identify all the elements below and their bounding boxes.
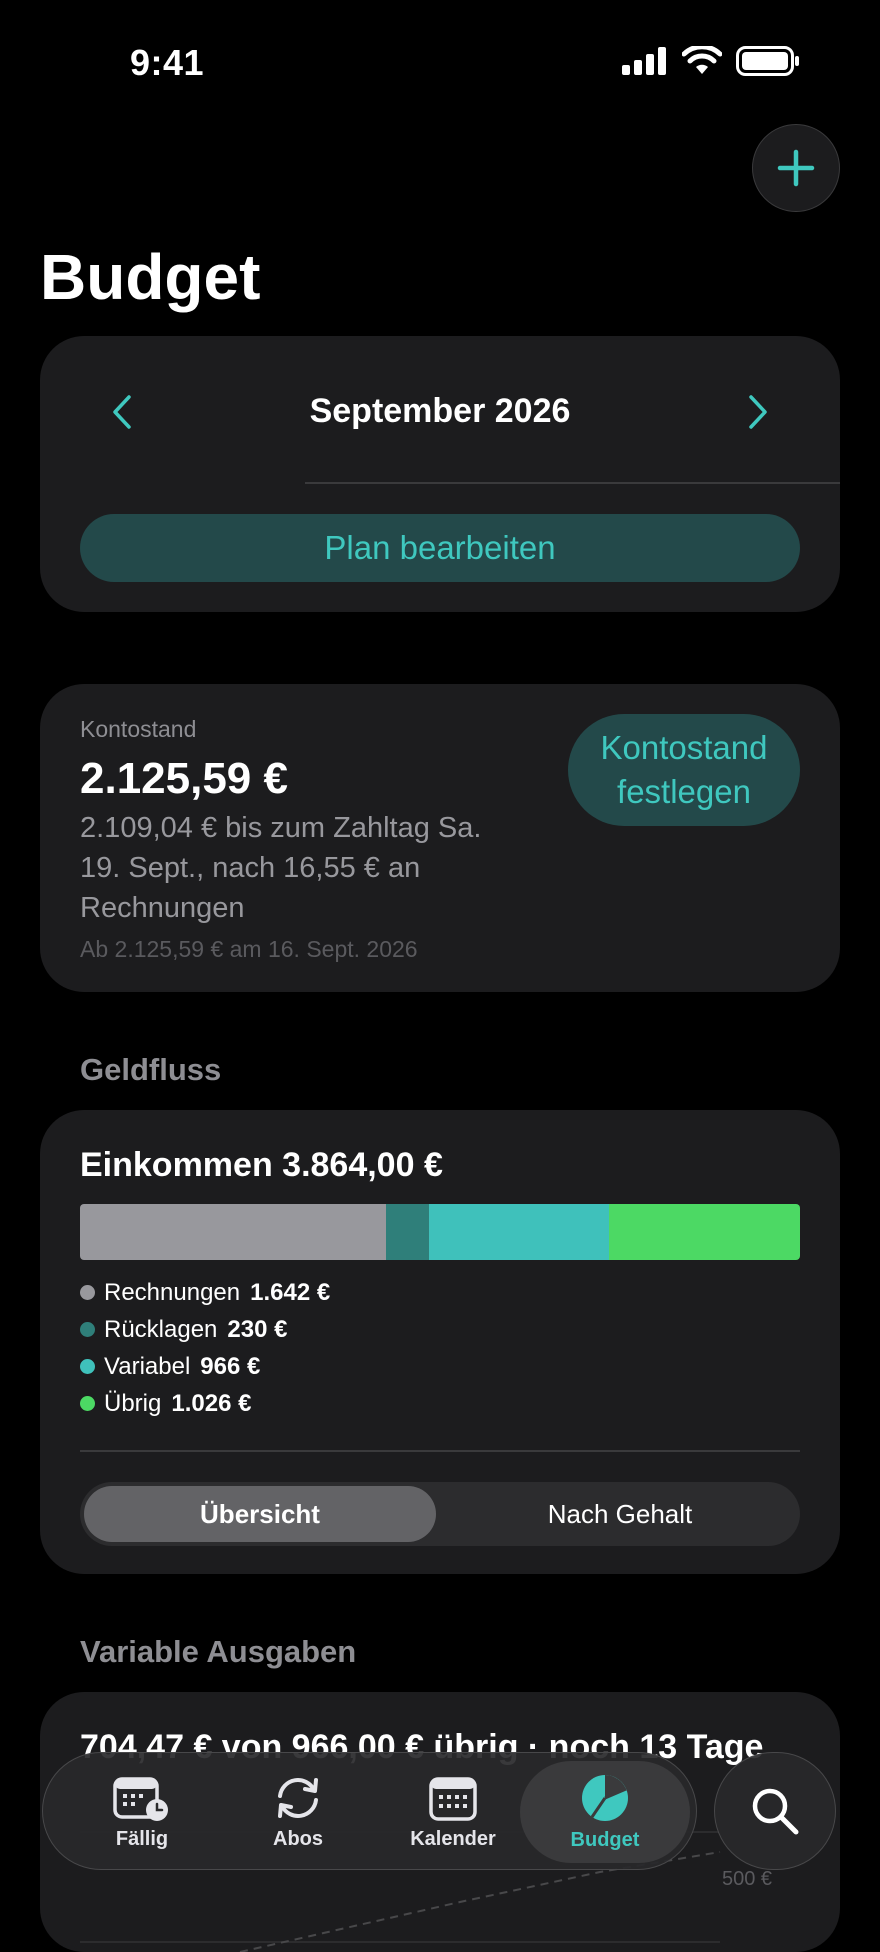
- wifi-icon: [682, 46, 722, 74]
- legend-dot: [80, 1359, 95, 1374]
- tab-label: Kalender: [410, 1827, 496, 1850]
- tab-label: Abos: [273, 1827, 323, 1850]
- legend-item: Übrig 1.026 €: [80, 1385, 330, 1422]
- tab-bar: Fällig Abos Kalender Budget: [42, 1752, 697, 1870]
- tab-kalender[interactable]: Kalender: [378, 1753, 528, 1871]
- month-divider: [305, 482, 840, 484]
- balance-note: Ab 2.125,59 € am 16. Sept. 2026: [80, 936, 418, 962]
- tab-label: Budget: [570, 1828, 640, 1851]
- legend-label: Rechnungen: [104, 1278, 241, 1306]
- edit-plan-button[interactable]: Plan bearbeiten: [80, 514, 800, 582]
- cashflow-divider: [80, 1450, 800, 1452]
- pie-chart-icon: [582, 1774, 628, 1821]
- tab-overview[interactable]: Übersicht: [84, 1486, 436, 1542]
- month-selector-card: September 2026 Plan bearbeiten: [40, 336, 840, 612]
- bar-segment-ruecklagen: [385, 1204, 429, 1260]
- plus-icon: [777, 149, 815, 187]
- chart-axis-tick: 500 €: [722, 1868, 773, 1890]
- legend-item: Rechnungen 1.642 €: [80, 1274, 330, 1311]
- income-title: Einkommen 3.864,00 €: [80, 1146, 443, 1184]
- legend-dot: [80, 1285, 95, 1300]
- legend-label: Übrig: [104, 1389, 162, 1417]
- status-time: 9:41: [130, 42, 205, 83]
- cashflow-section-title: Geldfluss: [80, 1052, 222, 1087]
- balance-value: 2.125,59 €: [80, 754, 288, 803]
- balance-description: 2.109,04 € bis zum Zahltag Sa. 19. Sept.…: [80, 812, 482, 924]
- balance-card: Kontostand 2.125,59 € 2.109,04 € bis zum…: [40, 684, 840, 992]
- legend-dot: [80, 1396, 95, 1411]
- tab-faellig[interactable]: Fällig: [67, 1753, 217, 1871]
- search-button[interactable]: [714, 1752, 836, 1870]
- legend-label: Variabel: [104, 1352, 191, 1380]
- calendar-icon: [429, 1776, 477, 1821]
- set-balance-button[interactable]: Kontostand festlegen: [568, 714, 800, 826]
- status-icons: [622, 46, 800, 76]
- add-button[interactable]: [752, 124, 840, 212]
- tab-by-salary[interactable]: Nach Gehalt: [444, 1486, 796, 1542]
- legend-value: 966 €: [200, 1352, 261, 1380]
- page-title: Budget: [40, 241, 261, 313]
- legend-item: Rücklagen 230 €: [80, 1311, 330, 1348]
- legend-dot: [80, 1322, 95, 1337]
- cashflow-stacked-bar: [80, 1204, 800, 1260]
- month-label: September 2026: [309, 392, 571, 430]
- cashflow-view-switch: Übersicht Nach Gehalt: [80, 1482, 800, 1546]
- battery-icon: [736, 46, 799, 76]
- calendar-clock-icon: [113, 1776, 168, 1821]
- legend-value: 1.642 €: [250, 1278, 331, 1306]
- bar-segment-variabel: [428, 1204, 609, 1260]
- cashflow-card: Einkommen 3.864,00 € Rechnungen 1.642 € …: [40, 1110, 840, 1574]
- legend-value: 230 €: [227, 1315, 288, 1343]
- next-month-button[interactable]: [738, 392, 778, 432]
- tab-budget[interactable]: Budget: [530, 1753, 680, 1871]
- bar-segment-uebrig: [608, 1204, 800, 1260]
- cashflow-legend: Rechnungen 1.642 € Rücklagen 230 € Varia…: [80, 1274, 330, 1422]
- tab-abos[interactable]: Abos: [223, 1753, 373, 1871]
- balance-label: Kontostand: [80, 716, 197, 742]
- legend-value: 1.026 €: [171, 1389, 252, 1417]
- search-icon: [752, 1788, 799, 1835]
- cellular-signal-icon: [622, 47, 666, 75]
- refresh-icon: [278, 1777, 318, 1818]
- tab-label: Fällig: [115, 1827, 169, 1850]
- chevron-right-icon: [749, 395, 767, 429]
- bar-segment-rechnungen: [80, 1204, 386, 1260]
- variable-expenses-section-title: Variable Ausgaben: [80, 1634, 357, 1669]
- legend-item: Variabel 966 €: [80, 1348, 330, 1385]
- legend-label: Rücklagen: [104, 1315, 218, 1343]
